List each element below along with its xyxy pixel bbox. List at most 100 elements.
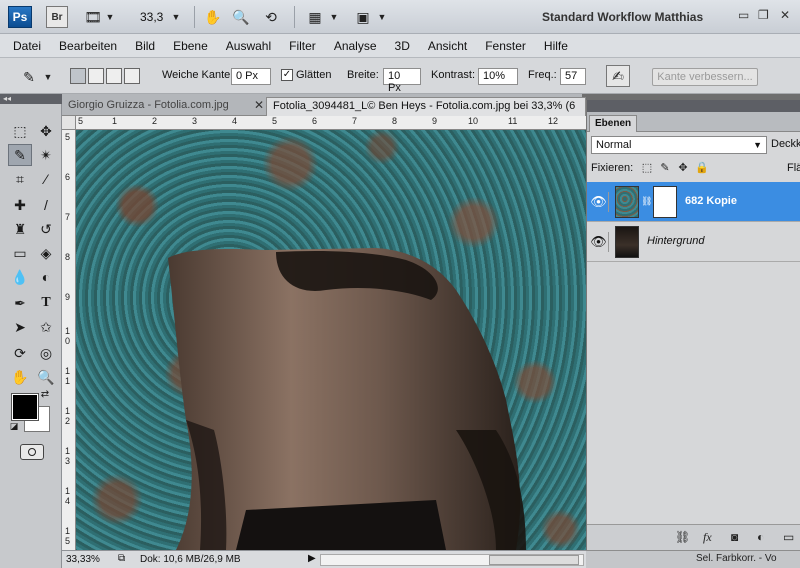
link-chain-icon[interactable]: ⛓ [641, 196, 652, 207]
hand-icon[interactable]: ✋ [202, 7, 224, 27]
arrange-documents-icon[interactable]: ▦ [304, 7, 326, 27]
lock-transparency-icon[interactable]: ⬚ [641, 162, 653, 174]
zoom-tool-icon[interactable]: 🔍 [34, 366, 58, 388]
pen-tool-icon[interactable]: ✒ [8, 292, 32, 314]
default-colors-icon[interactable]: ◪ [8, 420, 20, 432]
tablet-pressure-icon[interactable]: ✍ [606, 65, 630, 87]
zoom-icon[interactable]: 🔍 [230, 7, 252, 27]
menu-ebene[interactable]: Ebene [164, 39, 217, 53]
menu-auswahl[interactable]: Auswahl [217, 39, 280, 53]
clone-stamp-icon[interactable]: ♜ [8, 218, 32, 240]
collapse-panel-icon[interactable]: ◂◂ [0, 94, 62, 104]
intersect-selection-icon[interactable] [124, 68, 140, 84]
paint-bucket-icon[interactable]: ◈ [34, 242, 58, 264]
frequency-input[interactable]: 57 [560, 68, 586, 85]
tab-fotolia-ben-heys[interactable]: Fotolia_3094481_L© Ben Heys - Fotolia.co… [266, 97, 586, 116]
menu-filter[interactable]: Filter [280, 39, 325, 53]
brush-tool-icon[interactable]: / [34, 194, 58, 216]
refine-edge-button[interactable]: Kante verbessern... [652, 68, 758, 86]
swap-colors-icon[interactable]: ⇄ [38, 388, 52, 400]
document-size: Dok: 10,6 MB/26,9 MB [140, 554, 241, 565]
chevron-down-icon[interactable]: ▼ [376, 7, 388, 27]
smooth-checkbox[interactable]: ✓ [281, 69, 293, 81]
film-strip-icon[interactable]: 🎞 [82, 7, 104, 27]
blur-tool-icon[interactable]: 💧 [8, 266, 32, 288]
tab-giorgio-gruizza[interactable]: Giorgio Gruizza - Fotolia.com.jpg [62, 97, 252, 116]
chevron-down-icon[interactable]: ▼ [170, 7, 182, 27]
hand-tool-icon[interactable]: ✋ [8, 366, 32, 388]
minimize-icon[interactable]: ▭ [738, 8, 749, 22]
ruler-tick: 1 [65, 526, 71, 536]
close-icon[interactable]: ✕ [254, 98, 264, 112]
new-group-icon[interactable]: ▭ [783, 530, 794, 544]
menu-bild[interactable]: Bild [126, 39, 164, 53]
3d-rotate-icon[interactable]: ⟳ [8, 342, 32, 364]
type-tool-icon[interactable]: T [34, 292, 58, 314]
healing-brush-icon[interactable]: ✚ [8, 194, 32, 216]
lock-all-icon[interactable]: 🔒 [695, 162, 709, 174]
adjustment-item[interactable]: Sel. Farbkorr. - Vo [696, 553, 777, 564]
restore-icon[interactable]: ❐ [758, 8, 769, 22]
zoom-level-select[interactable]: 33,3 [140, 10, 163, 24]
add-mask-icon[interactable]: ◙ [731, 530, 738, 544]
layer-mask-thumbnail[interactable] [653, 186, 677, 218]
status-menu-arrow-icon[interactable]: ▶ [308, 553, 316, 564]
eyedropper-icon[interactable]: ⁄ [34, 168, 58, 190]
layer-row[interactable]: 👁 Hintergrund [587, 222, 800, 262]
chevron-down-icon[interactable]: ▼ [42, 67, 54, 87]
path-selection-icon[interactable]: ➤ [8, 316, 32, 338]
custom-shape-icon[interactable]: ✩ [34, 316, 58, 338]
quick-mask-button[interactable] [20, 444, 44, 460]
chevron-down-icon[interactable]: ▼ [328, 7, 340, 27]
subtract-selection-icon[interactable] [106, 68, 122, 84]
foreground-color-swatch[interactable] [11, 393, 39, 421]
lock-position-icon[interactable]: ✥ [677, 162, 689, 174]
lasso-tool-icon[interactable]: ✎ [8, 144, 32, 166]
vertical-ruler[interactable]: 5 6 7 8 9 1 0 1 1 1 2 1 3 1 4 1 5 [62, 130, 76, 550]
ruler-origin[interactable] [62, 116, 76, 130]
visibility-eye-icon[interactable]: 👁 [589, 192, 609, 212]
fx-icon[interactable]: fx [703, 530, 712, 545]
width-input[interactable]: 10 Px [383, 68, 421, 94]
menu-ansicht[interactable]: Ansicht [419, 39, 476, 53]
chevron-down-icon[interactable]: ▼ [104, 7, 116, 27]
menu-hilfe[interactable]: Hilfe [535, 39, 577, 53]
visibility-eye-icon[interactable]: 👁 [589, 232, 609, 252]
dodge-tool-icon[interactable]: ◐ [34, 266, 58, 288]
horizontal-ruler[interactable]: 5 1 2 3 4 5 6 7 8 9 10 11 12 [76, 116, 586, 130]
bridge-button[interactable]: Br [46, 6, 68, 28]
menu-fenster[interactable]: Fenster [476, 39, 535, 53]
rotate-view-icon[interactable]: ⟲ [260, 7, 282, 27]
menu-bearbeiten[interactable]: Bearbeiten [50, 39, 126, 53]
eraser-tool-icon[interactable]: ▭ [8, 242, 32, 264]
crop-tool-icon[interactable]: ⌗ [8, 168, 32, 190]
magic-wand-icon[interactable]: ✴ [34, 144, 58, 166]
document-canvas[interactable] [76, 130, 586, 550]
contrast-input[interactable]: 10% [478, 68, 518, 85]
new-selection-icon[interactable] [70, 68, 86, 84]
tab-ebenen[interactable]: Ebenen [589, 115, 638, 132]
3d-orbit-icon[interactable]: ◎ [34, 342, 58, 364]
adjustment-layer-icon[interactable]: ◐ [757, 530, 764, 544]
history-brush-icon[interactable]: ↺ [34, 218, 58, 240]
workspace-switcher[interactable]: Standard Workflow Matthias [542, 10, 703, 24]
menu-3d[interactable]: 3D [386, 39, 419, 53]
link-layers-icon[interactable]: ⛓ [675, 530, 690, 544]
blend-mode-select[interactable]: Normal ▼ [591, 136, 767, 154]
menu-datei[interactable]: Datei [4, 39, 50, 53]
lock-pixels-icon[interactable]: ✎ [659, 162, 671, 174]
zoom-percentage[interactable]: 33,33% [66, 553, 110, 567]
add-selection-icon[interactable] [88, 68, 104, 84]
panel-header[interactable] [587, 100, 800, 112]
close-icon[interactable]: ✕ [780, 8, 790, 22]
move-tool-icon[interactable]: ✥ [34, 120, 58, 142]
scroll-thumb[interactable] [489, 555, 579, 565]
marquee-tool-icon[interactable]: ⬚ [8, 120, 32, 142]
magnetic-lasso-icon[interactable]: ✎ [18, 67, 40, 87]
horizontal-scrollbar[interactable] [320, 554, 584, 566]
layer-row[interactable]: 👁 ⛓ 682 Kopie [587, 182, 800, 222]
screen-mode-icon[interactable]: ▣ [352, 7, 374, 27]
menu-analyse[interactable]: Analyse [325, 39, 386, 53]
feather-input[interactable]: 0 Px [231, 68, 271, 85]
preview-icon[interactable]: ⧉ [118, 553, 125, 564]
